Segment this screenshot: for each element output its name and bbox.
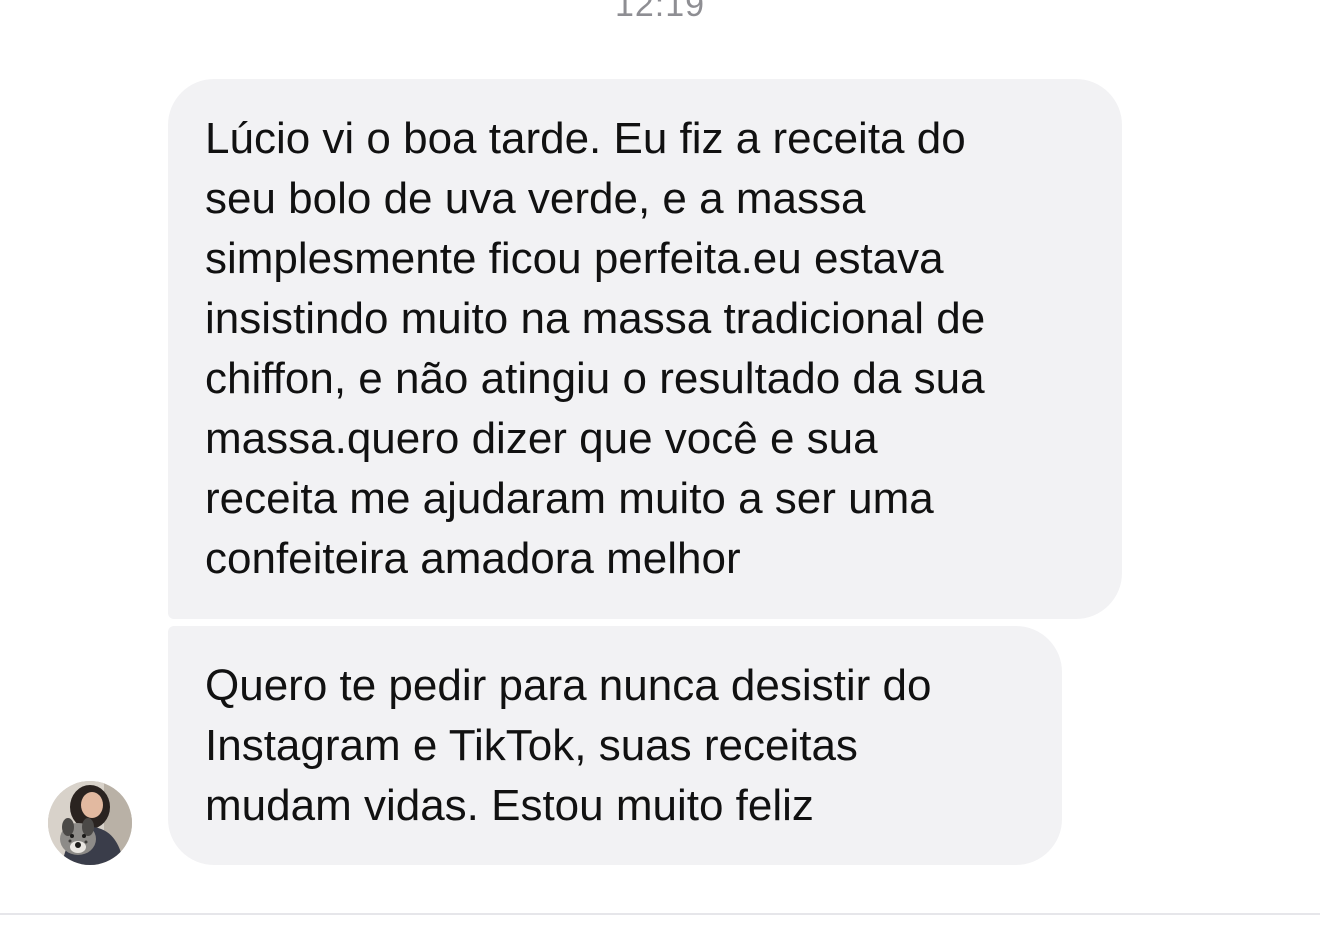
message-timestamp: 12:19 — [614, 0, 706, 24]
chat-view: 12:19 Lúcio vi o boa tarde. Eu fiz a rec… — [0, 0, 1320, 950]
incoming-message-bubble[interactable]: Quero te pedir para nunca desistir do In… — [168, 626, 1062, 865]
composer-divider — [0, 913, 1320, 915]
avatar-photo-icon — [48, 781, 132, 865]
sender-avatar[interactable] — [48, 781, 132, 865]
incoming-message-bubble[interactable]: Lúcio vi o boa tarde. Eu fiz a receita d… — [168, 79, 1122, 619]
